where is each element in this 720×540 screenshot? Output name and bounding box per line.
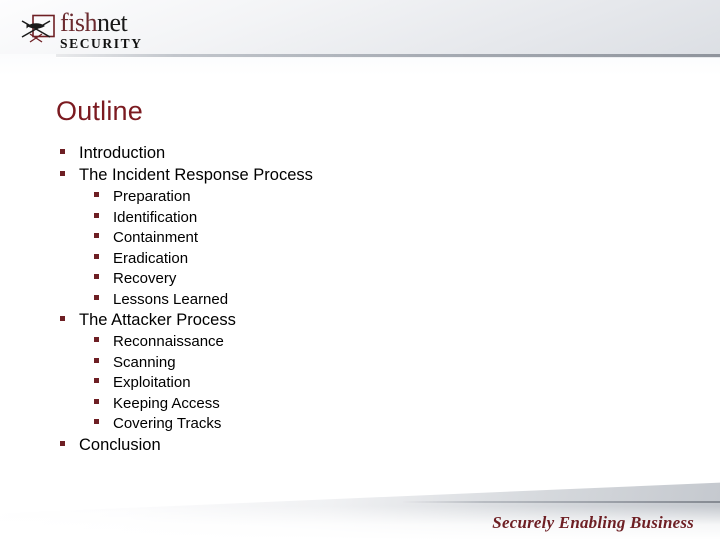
list-item: Recovery xyxy=(56,270,656,291)
list-item: The Attacker Process xyxy=(56,311,656,333)
list-item-label: Conclusion xyxy=(79,435,161,454)
square-bullet-icon xyxy=(60,149,65,154)
list-item-label: Eradication xyxy=(113,249,189,267)
list-item-label: Keeping Access xyxy=(113,394,220,412)
list-item: Introduction xyxy=(56,144,656,166)
logo-wordmark-fish: fish xyxy=(60,8,98,37)
list-item-label: Covering Tracks xyxy=(113,415,222,432)
list-item-label: Exploitation xyxy=(113,374,191,391)
fish-in-net-icon xyxy=(20,12,58,48)
square-bullet-icon xyxy=(94,294,99,300)
list-item: Conclusion xyxy=(56,436,656,458)
outline-list: Introduction The Incident Response Proce… xyxy=(56,144,656,458)
list-item: The Incident Response Process xyxy=(56,166,656,188)
square-bullet-icon xyxy=(94,212,99,218)
list-item-label: Containment xyxy=(113,229,199,246)
square-bullet-icon xyxy=(94,337,99,342)
list-item-label: Reconnaissance xyxy=(113,333,224,350)
square-bullet-icon xyxy=(60,316,65,321)
footer-divider-line xyxy=(403,501,720,503)
list-item: Eradication xyxy=(56,250,656,271)
logo-wordmark-security: SECURITY xyxy=(60,35,143,51)
footer-tagline: Securely Enabling Business xyxy=(492,513,694,532)
header-divider-highlight xyxy=(56,57,720,58)
square-bullet-icon xyxy=(94,253,99,259)
list-item-label: Scanning xyxy=(113,353,176,371)
list-item-label: Identification xyxy=(113,208,198,226)
list-item: Keeping Access xyxy=(56,395,656,416)
list-item: Exploitation xyxy=(56,374,656,395)
presentation-slide: fishnet SECURITY Outline Introduction Th… xyxy=(0,0,720,540)
list-item: Scanning xyxy=(56,354,656,375)
square-bullet-icon xyxy=(94,233,99,238)
logo-wordmark-fishnet: fishnet xyxy=(60,8,143,37)
square-bullet-icon xyxy=(94,378,99,383)
logo-wordmark: fishnet SECURITY xyxy=(60,8,143,51)
square-bullet-icon xyxy=(94,398,99,404)
list-item-label: The Attacker Process xyxy=(79,311,236,329)
list-item-label: Introduction xyxy=(79,144,166,162)
list-item-label: Recovery xyxy=(113,270,177,287)
page-title: Outline xyxy=(56,96,143,126)
square-bullet-icon xyxy=(60,440,65,446)
list-item: Identification xyxy=(56,209,656,230)
list-item: Reconnaissance xyxy=(56,333,656,354)
list-item: Lessons Learned xyxy=(56,291,656,312)
list-item: Covering Tracks xyxy=(56,415,656,436)
square-bullet-icon xyxy=(94,357,99,363)
fishnet-security-logo: fishnet SECURITY xyxy=(20,8,143,51)
square-bullet-icon xyxy=(94,419,99,424)
list-item: Preparation xyxy=(56,188,656,209)
square-bullet-icon xyxy=(60,171,65,176)
list-item-label: Lessons Learned xyxy=(113,290,229,308)
list-item-label: Preparation xyxy=(113,188,191,205)
logo-wordmark-net: net xyxy=(97,8,128,37)
list-item: Containment xyxy=(56,229,656,250)
square-bullet-icon xyxy=(94,192,99,197)
square-bullet-icon xyxy=(94,274,99,279)
list-item-label: The Incident Response Process xyxy=(79,166,313,184)
